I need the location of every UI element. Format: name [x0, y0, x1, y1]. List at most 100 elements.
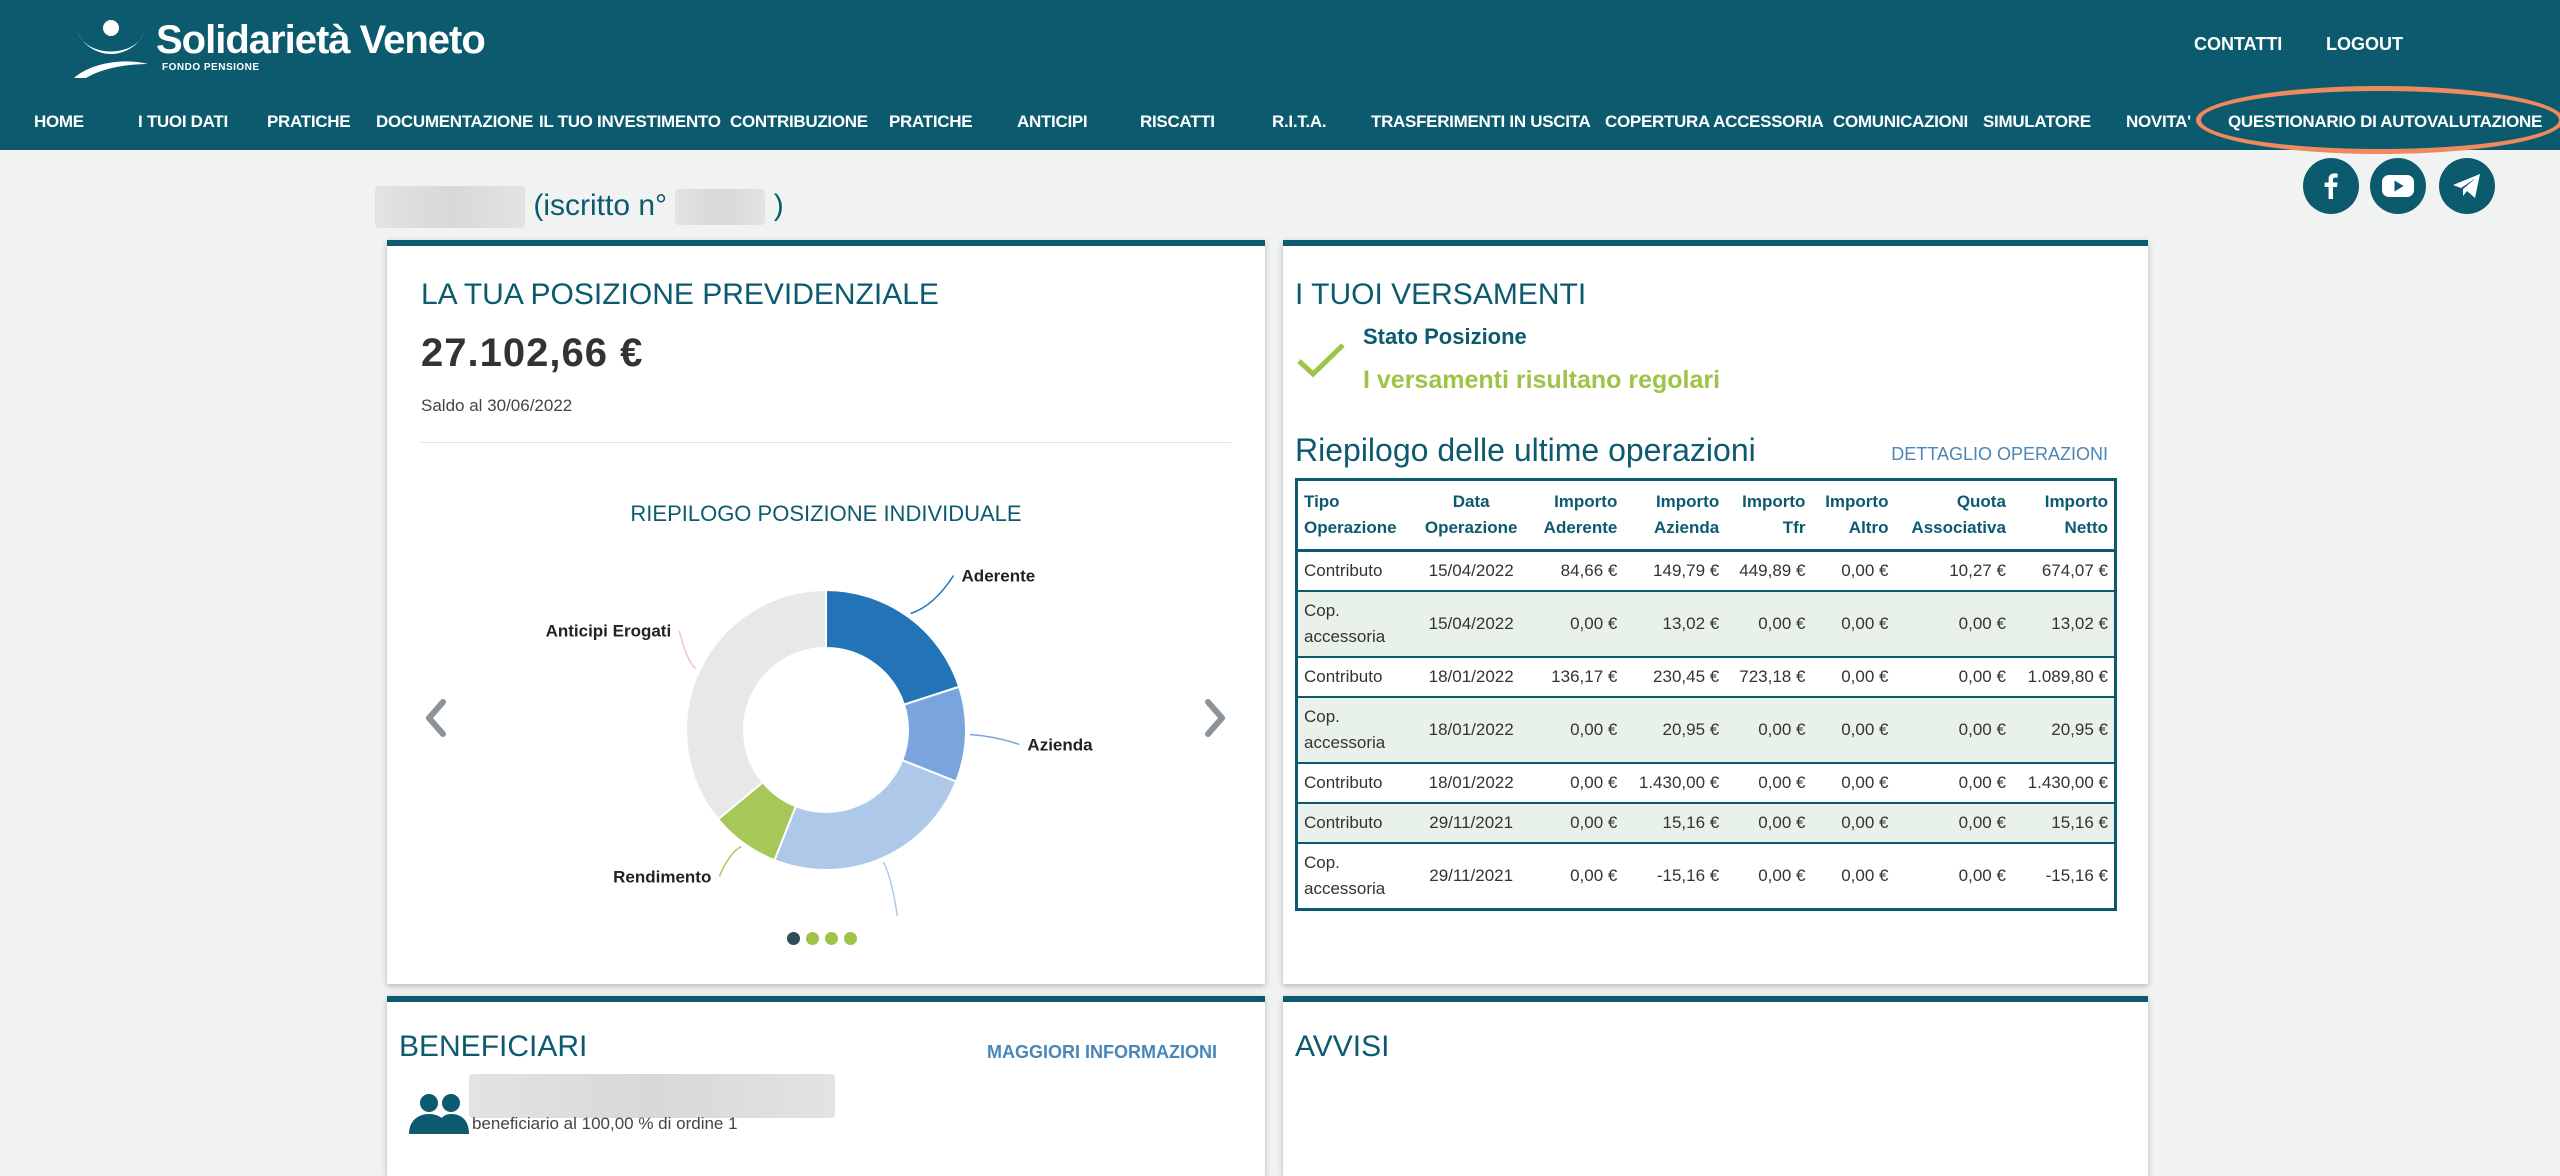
table-cell: 1.430,00 € [2011, 763, 2116, 804]
table-cell: 29/11/2021 [1413, 803, 1529, 844]
nav-riscatti[interactable]: RISCATTI [1140, 112, 1215, 132]
youtube-button[interactable] [2370, 158, 2426, 214]
carousel-dots [787, 932, 857, 945]
nav-comunicazioni[interactable]: COMUNICAZIONI [1833, 112, 1968, 132]
table-cell: 20,95 € [2011, 697, 2116, 764]
table-cell: 13,02 € [1623, 591, 1726, 658]
leader-line [882, 861, 899, 916]
table-row: Cop. accessoria 15/04/2022 0,00 €13,02 €0,0… [1296, 591, 2116, 658]
table-cell: 0,00 € [1811, 763, 1895, 804]
nav-documentazione[interactable]: DOCUMENTAZIONE [376, 112, 533, 132]
table-cell: 18/01/2022 [1413, 657, 1529, 698]
table-cell: 0,00 € [1528, 843, 1624, 911]
nav-trasferimenti-in-uscita[interactable]: TRASFERIMENTI IN USCITA [1371, 112, 1591, 132]
table-cell: Contributo [1296, 763, 1414, 804]
donut-slice[interactable] [825, 588, 961, 706]
versamenti-card-title: I TUOI VERSAMENTI [1295, 278, 1587, 311]
table-cell: 84,66 € [1528, 550, 1624, 592]
table-cell: 0,00 € [1894, 657, 2012, 698]
carousel-next-icon[interactable] [1200, 698, 1230, 738]
table-cell: 0,00 € [1894, 843, 2012, 911]
column-header: Importo Aderente [1528, 479, 1624, 552]
logo-icon [74, 20, 148, 78]
slice-label: Anticipi Erogati [546, 622, 672, 641]
facebook-button[interactable] [2303, 158, 2359, 214]
table-cell: 136,17 € [1528, 657, 1624, 698]
youtube-icon [2382, 175, 2414, 197]
slice-label: Rendimento [613, 867, 711, 886]
column-header: Importo Tfr [1725, 479, 1812, 552]
table-cell: 18/01/2022 [1413, 697, 1529, 764]
slice-label: Aderente [962, 567, 1036, 586]
table-cell: 15,16 € [1623, 803, 1726, 844]
nav-pratiche[interactable]: PRATICHE [267, 112, 351, 132]
table-cell: 0,00 € [1725, 591, 1812, 658]
operations-table: Tipo Operazione Data Operazione Importo Adere… [1295, 478, 2117, 911]
table-cell: 18/01/2022 [1413, 763, 1529, 804]
table-row: Cop. accessoria 18/01/2022 0,00 €20,95 €0,0… [1296, 697, 2116, 764]
main-nav: HOME I TUOI DATI PRATICHE DOCUMENTAZIONE… [0, 100, 2560, 144]
nav-i-tuoi-dati[interactable]: I TUOI DATI [138, 112, 228, 132]
table-cell: 0,00 € [1811, 591, 1895, 658]
table-row: Contributo 18/01/2022 136,17 €230,45 €723,… [1296, 657, 2116, 698]
telegram-button[interactable] [2439, 158, 2495, 214]
logo-text: Solidarietà Veneto FONDO PENSIONE [156, 18, 486, 73]
slice-label: Azienda [1027, 736, 1093, 755]
nav-simulatore[interactable]: SIMULATORE [1983, 112, 2091, 132]
table-cell: 230,45 € [1623, 657, 1726, 698]
carousel-prev-icon[interactable] [421, 698, 451, 738]
nav-il-tuo-investimento[interactable]: IL TUO INVESTIMENTO [539, 112, 721, 132]
versamenti-card: I TUOI VERSAMENTI Stato Posizione I vers… [1283, 240, 2148, 984]
table-cell: -15,16 € [2011, 843, 2116, 911]
nav-pratiche-2[interactable]: PRATICHE [889, 112, 973, 132]
table-cell: Cop. accessoria [1296, 697, 1414, 764]
table-cell: Contributo [1296, 550, 1414, 592]
logout-link[interactable]: LOGOUT [2326, 34, 2403, 55]
nav-rita[interactable]: R.I.T.A. [1272, 112, 1327, 132]
donut-slice[interactable] [685, 588, 827, 821]
column-header: Tipo Operazione [1296, 479, 1414, 552]
table-row: Contributo 15/04/2022 84,66 €149,79 €449,8… [1296, 550, 2116, 592]
facebook-icon [2324, 173, 2338, 199]
table-cell: 0,00 € [1528, 591, 1624, 658]
beneficiari-card-title: BENEFICIARI [399, 1030, 588, 1063]
table-cell: 15,16 € [2011, 803, 2116, 844]
nav-anticipi[interactable]: ANTICIPI [1017, 112, 1088, 132]
member-number-redacted [675, 189, 766, 225]
header: Solidarietà Veneto FONDO PENSIONE CONTAT… [0, 0, 2560, 150]
table-cell: -15,16 € [1623, 843, 1726, 911]
check-icon [1297, 343, 1345, 378]
leader-line [678, 630, 697, 670]
table-body: Contributo 15/04/2022 84,66 €149,79 €449,8… [1296, 550, 2116, 911]
stato-posizione-label: Stato Posizione [1363, 324, 1527, 349]
logo[interactable]: Solidarietà Veneto FONDO PENSIONE [72, 18, 486, 80]
nav-copertura-accessoria[interactable]: COPERTURA ACCESSORIA [1605, 112, 1824, 132]
table-cell: 13,02 € [2011, 591, 2116, 658]
maggiori-informazioni-link[interactable]: MAGGIORI INFORMAZIONI [987, 1042, 1217, 1063]
nav-novita[interactable]: NOVITA' [2126, 112, 2191, 132]
table-cell: 0,00 € [1811, 550, 1895, 592]
table-cell: 0,00 € [1894, 591, 2012, 658]
table-cell: 0,00 € [1811, 843, 1895, 911]
table-cell: 29/11/2021 [1413, 843, 1529, 911]
dettaglio-operazioni-link[interactable]: DETTAGLIO OPERAZIONI [1891, 444, 2108, 465]
saldo-amount: 27.102,66 € [421, 331, 644, 375]
donut-slice[interactable] [773, 758, 958, 871]
carousel-dot[interactable] [844, 932, 857, 945]
position-card-title: LA TUA POSIZIONE PREVIDENZIALE [421, 278, 939, 311]
avvisi-card: AVVISI [1283, 996, 2148, 1176]
table-cell: Cop. accessoria [1296, 591, 1414, 658]
table-cell: 1.089,80 € [2011, 657, 2116, 698]
ops-title: Riepilogo delle ultime operazioni [1295, 432, 1756, 468]
carousel-dot[interactable] [787, 932, 800, 945]
carousel-dot[interactable] [806, 932, 819, 945]
table-row: Contributo 18/01/2022 0,00 €1.430,00 €0,00… [1296, 763, 2116, 804]
contatti-link[interactable]: CONTATTI [2194, 34, 2282, 55]
beneficiary-line: beneficiario al 100,00 % di ordine 1 [472, 1114, 738, 1133]
nav-contribuzione[interactable]: CONTRIBUZIONE [730, 112, 868, 132]
brand-subtitle: FONDO PENSIONE [162, 62, 260, 73]
nav-home[interactable]: HOME [34, 112, 84, 132]
carousel-dot[interactable] [825, 932, 838, 945]
chart-title: RIEPILOGO POSIZIONE INDIVIDUALE [630, 501, 1022, 526]
leader-line [969, 733, 1020, 746]
